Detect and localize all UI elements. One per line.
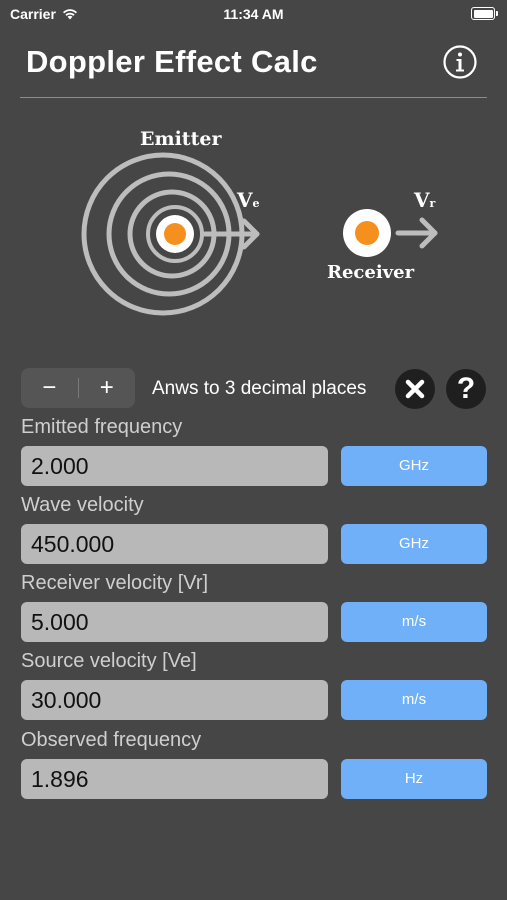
help-button[interactable]: ?	[446, 369, 486, 409]
vr-label: Vr	[414, 188, 436, 212]
emitter-dot	[164, 223, 186, 245]
status-bar: Carrier 11:34 AM	[0, 0, 507, 30]
page-title: Doppler Effect Calc	[26, 44, 318, 79]
ve-subscript: e	[252, 197, 260, 210]
emitter-label: Emitter	[140, 128, 222, 150]
observed-frequency-label: Observed frequency	[21, 729, 202, 751]
battery-icon	[471, 7, 498, 20]
status-time: 11:34 AM	[223, 6, 284, 22]
source-velocity-unit-button[interactable]: m/s	[341, 680, 487, 720]
observed-frequency-unit-button[interactable]: Hz	[341, 759, 487, 799]
info-icon	[443, 45, 477, 79]
source-velocity-input[interactable]: 30.000	[21, 680, 328, 720]
emitted-frequency-unit-button[interactable]: GHz	[341, 446, 487, 486]
receiver-velocity-arrow	[395, 217, 438, 249]
increment-button[interactable]: +	[79, 368, 136, 408]
wave-velocity-label: Wave velocity	[21, 494, 144, 516]
observed-frequency-input[interactable]: 1.896	[21, 759, 328, 799]
decimal-stepper[interactable]: − +	[21, 368, 135, 408]
receiver-dot	[355, 221, 379, 245]
doppler-diagram-graphic	[81, 152, 438, 316]
clear-button[interactable]	[395, 369, 435, 409]
info-button[interactable]	[443, 45, 477, 79]
decimal-places-label: Anws to 3 decimal places	[152, 378, 367, 399]
ve-label: Ve	[237, 188, 260, 212]
receiver-velocity-label: Receiver velocity [Vr]	[21, 572, 209, 594]
wave-velocity-input[interactable]: 450.000	[21, 524, 328, 564]
source-velocity-label: Source velocity [Ve]	[21, 650, 197, 672]
question-icon: ?	[456, 372, 476, 405]
header-divider	[20, 97, 487, 98]
receiver-velocity-input[interactable]: 5.000	[21, 602, 328, 642]
wave-velocity-unit-button[interactable]: GHz	[341, 524, 487, 564]
doppler-diagram: Emitter Ve Vr Receiver	[0, 110, 507, 340]
vr-subscript: r	[429, 197, 436, 210]
close-icon	[405, 379, 425, 399]
decrement-button[interactable]: −	[21, 368, 78, 408]
emitted-frequency-input[interactable]: 2.000	[21, 446, 328, 486]
receiver-label: Receiver	[327, 262, 415, 283]
emitted-frequency-label: Emitted frequency	[21, 416, 183, 438]
receiver-velocity-unit-button[interactable]: m/s	[341, 602, 487, 642]
